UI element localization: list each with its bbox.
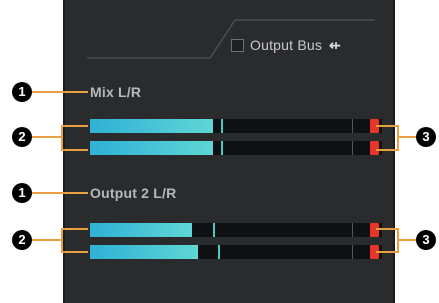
section-title-output-2: Output 2 L/R bbox=[90, 185, 177, 201]
clip-indicator-mix-left[interactable] bbox=[370, 119, 379, 133]
meter-level bbox=[90, 223, 192, 237]
callout-3: 3 bbox=[416, 230, 436, 250]
peak-hold-marker bbox=[221, 141, 223, 155]
scale-mark bbox=[352, 223, 353, 237]
scale-mark bbox=[352, 119, 353, 133]
meter-output2-right bbox=[90, 245, 382, 259]
peak-hold-marker bbox=[221, 119, 223, 133]
meter-mix-right bbox=[90, 141, 382, 155]
clip-indicator-output2-right[interactable] bbox=[370, 245, 379, 259]
output-bus-control[interactable]: Output Bus ⇷ bbox=[231, 37, 341, 53]
output-bus-checkbox[interactable] bbox=[231, 38, 244, 52]
callout-2: 2 bbox=[12, 230, 32, 250]
callout-1: 1 bbox=[12, 82, 32, 102]
meter-level bbox=[90, 119, 213, 133]
output-bus-label: Output Bus bbox=[250, 37, 323, 53]
callout-2: 2 bbox=[12, 127, 32, 147]
clip-indicator-mix-right[interactable] bbox=[370, 141, 379, 155]
section-title-mix: Mix L/R bbox=[90, 84, 142, 100]
clip-indicator-output2-left[interactable] bbox=[370, 223, 379, 237]
scale-mark bbox=[352, 245, 353, 259]
meter-panel: Output Bus ⇷ Mix L/R Output 2 L/R bbox=[63, 0, 395, 303]
meter-mix-left bbox=[90, 119, 382, 133]
annotated-screenshot: Output Bus ⇷ Mix L/R Output 2 L/R 1 2 3 … bbox=[0, 0, 439, 303]
meter-output2-left bbox=[90, 223, 382, 237]
meter-level bbox=[90, 141, 213, 155]
peak-hold-marker bbox=[218, 245, 220, 259]
peak-hold-marker bbox=[213, 223, 215, 237]
scale-mark bbox=[352, 141, 353, 155]
callout-3: 3 bbox=[416, 127, 436, 147]
callout-1: 1 bbox=[12, 183, 32, 203]
bus-arrow-icon[interactable]: ⇷ bbox=[329, 37, 341, 54]
meter-level bbox=[90, 245, 198, 259]
